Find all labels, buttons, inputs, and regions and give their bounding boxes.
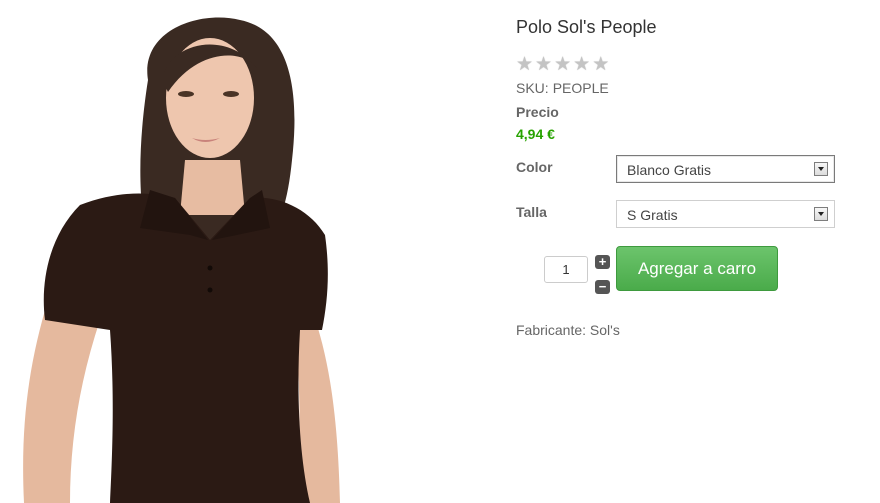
star-icon[interactable]: ★	[554, 55, 571, 74]
manufacturer-link[interactable]: Fabricante: Sol's	[516, 322, 620, 338]
minus-icon[interactable]: −	[595, 280, 610, 294]
price-label: Precio	[516, 104, 559, 120]
quantity-input[interactable]	[544, 256, 588, 283]
sku-row: SKU: PEOPLE	[516, 80, 609, 96]
rating-stars[interactable]: ★ ★ ★ ★ ★	[516, 55, 609, 74]
size-label: Talla	[516, 204, 547, 220]
size-select[interactable]: S Gratis	[616, 200, 835, 228]
color-label: Color	[516, 159, 553, 175]
star-icon[interactable]: ★	[573, 55, 590, 74]
price-value: 4,94 €	[516, 126, 555, 142]
product-title: Polo Sol's People	[516, 17, 657, 37]
size-select-value: S Gratis	[627, 207, 678, 223]
product-image[interactable]	[0, 0, 370, 503]
color-select-value: Blanco Gratis	[627, 162, 712, 178]
plus-icon[interactable]: +	[595, 255, 610, 269]
add-to-cart-button[interactable]: Agregar a carro	[616, 246, 778, 291]
product-details: Polo Sol's People ★ ★ ★ ★ ★ SKU: PEOPLE P…	[516, 0, 856, 503]
sku-value: PEOPLE	[552, 80, 609, 96]
star-icon[interactable]: ★	[516, 55, 533, 74]
chevron-down-icon[interactable]	[814, 162, 828, 176]
model-photo	[23, 17, 340, 503]
star-icon[interactable]: ★	[592, 55, 609, 74]
sku-label: SKU:	[516, 80, 549, 96]
chevron-down-icon[interactable]	[814, 207, 828, 221]
star-icon[interactable]: ★	[535, 55, 552, 74]
color-select[interactable]: Blanco Gratis	[616, 155, 835, 183]
